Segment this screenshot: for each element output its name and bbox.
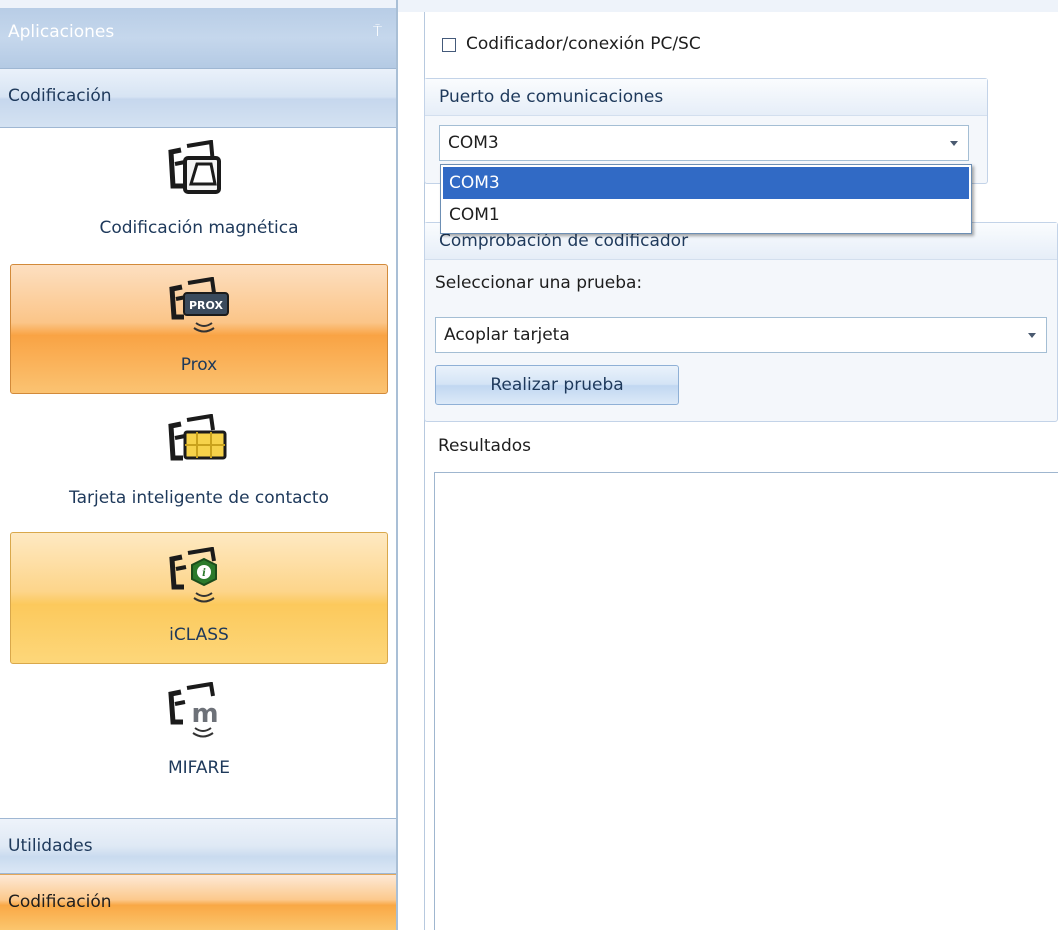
- svg-text:i: i: [202, 568, 206, 579]
- sidebar-header: Aplicaciones ⍑: [0, 8, 396, 68]
- group-title: Puerto de comunicaciones: [439, 87, 664, 107]
- com-port-dropdown-list: COM3 COM1: [440, 164, 972, 234]
- nav-item-iclass[interactable]: i iCLASS: [10, 532, 388, 664]
- test-select[interactable]: Acoplar tarjeta: [435, 317, 1047, 353]
- main-top-strip: [398, 0, 1058, 12]
- group-title: Comprobación de codificador: [439, 231, 689, 251]
- svg-text:PROX: PROX: [189, 299, 223, 312]
- pin-icon[interactable]: ⍑: [373, 22, 382, 40]
- nav-item-label: iCLASS: [169, 625, 229, 645]
- nav-item-prox[interactable]: PROX Prox: [10, 264, 388, 394]
- main-panel: Codificador/conexión PC/SC Puerto de com…: [398, 0, 1058, 930]
- encoder-check-group: Comprobación de codificador Seleccionar …: [424, 222, 1058, 422]
- sidebar-top-strip: [0, 0, 396, 8]
- select-test-label: Seleccionar una prueba:: [435, 273, 643, 293]
- nav-item-label: Tarjeta inteligente de contacto: [69, 488, 329, 508]
- prox-card-icon: PROX: [169, 277, 229, 333]
- nav-item-contact-smart-card[interactable]: Tarjeta inteligente de contacto: [10, 400, 388, 528]
- nav-item-label: Codificación magnética: [99, 218, 299, 238]
- results-area[interactable]: [434, 472, 1058, 930]
- pcsc-checkbox[interactable]: [442, 38, 456, 52]
- dropdown-option-label: COM3: [449, 173, 500, 193]
- test-select-value: Acoplar tarjeta: [444, 325, 570, 345]
- group-header-utilidades[interactable]: Utilidades: [0, 818, 396, 874]
- chevron-down-icon[interactable]: [1028, 333, 1036, 338]
- results-label: Resultados: [438, 436, 531, 456]
- iclass-card-icon: i: [169, 547, 217, 603]
- run-test-button[interactable]: Realizar prueba: [435, 365, 679, 405]
- nav-item-mifare[interactable]: m MIFARE: [10, 668, 388, 798]
- sidebar-title: Aplicaciones: [8, 22, 115, 42]
- group-header-codificacion[interactable]: Codificación: [0, 68, 396, 128]
- nav-item-magnetic-encoding[interactable]: Codificación magnética: [10, 130, 388, 258]
- nav-item-label: MIFARE: [167, 758, 231, 778]
- chevron-down-icon[interactable]: [950, 141, 958, 146]
- magnetic-card-icon: [168, 140, 221, 194]
- mifare-card-icon: m: [168, 682, 219, 738]
- group-header-label: Codificación: [8, 86, 112, 106]
- com-port-value: COM3: [448, 133, 499, 153]
- navigation-sidebar: Aplicaciones ⍑ Codificación Codificación…: [0, 0, 398, 930]
- run-test-button-label: Realizar prueba: [490, 375, 624, 395]
- svg-text:m: m: [191, 699, 218, 729]
- dropdown-option-label: COM1: [449, 205, 500, 225]
- dropdown-option-com3[interactable]: COM3: [443, 167, 969, 199]
- smart-chip-card-icon: [168, 414, 227, 461]
- nav-item-label: Prox: [180, 355, 218, 375]
- dropdown-option-com1[interactable]: COM1: [443, 199, 969, 231]
- com-port-select[interactable]: COM3: [439, 125, 969, 161]
- pcsc-checkbox-label: Codificador/conexión PC/SC: [466, 34, 701, 54]
- group-header-label: Codificación: [8, 892, 112, 912]
- group-title-bar: Puerto de comunicaciones: [425, 79, 987, 116]
- group-header-codificacion-active[interactable]: Codificación: [0, 874, 396, 930]
- group-header-label: Utilidades: [8, 836, 93, 856]
